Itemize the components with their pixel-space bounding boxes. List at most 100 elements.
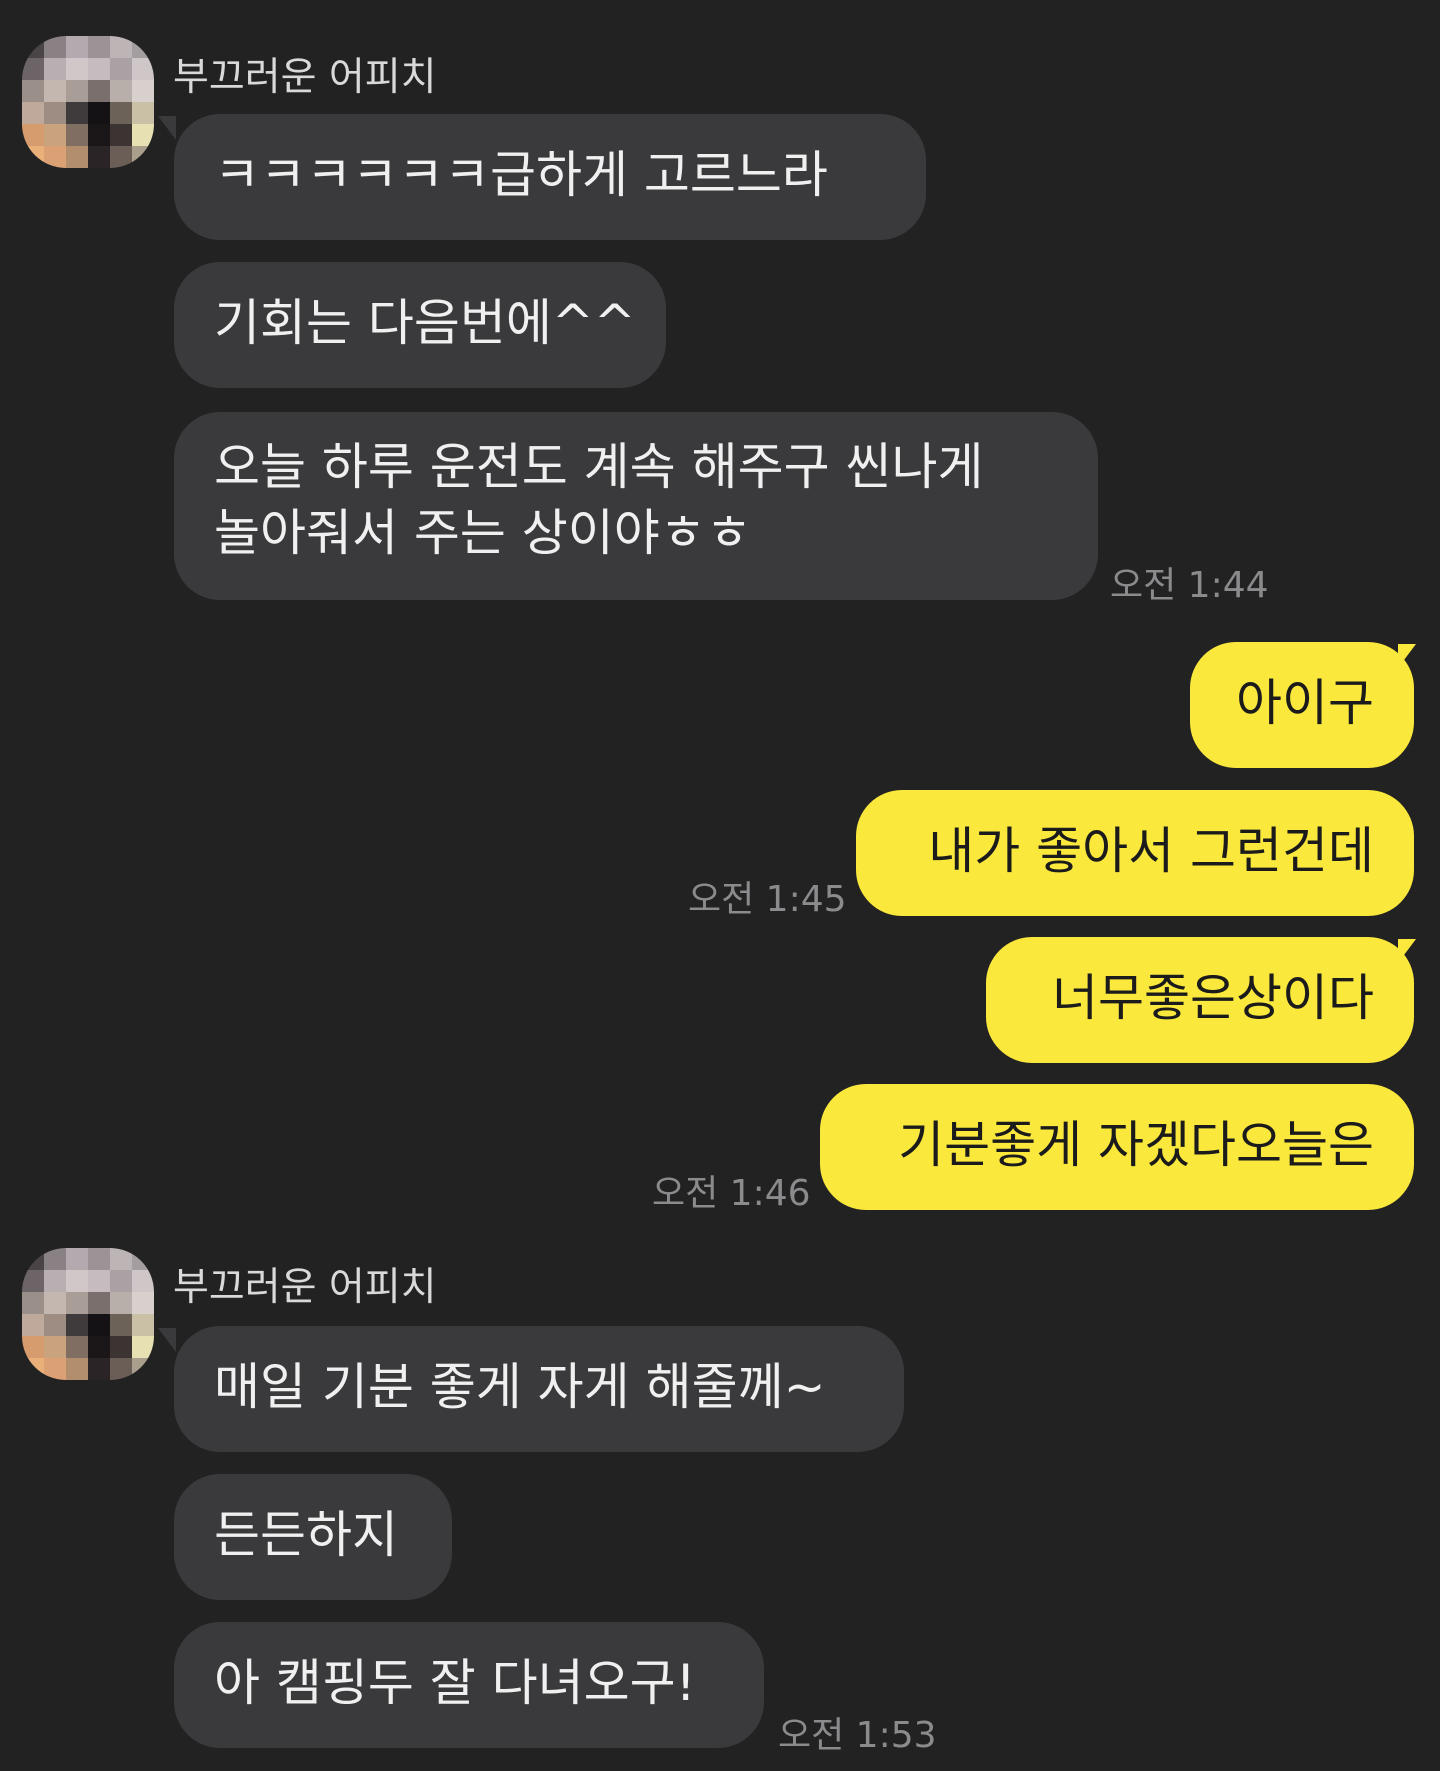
avatar-pixel <box>132 146 154 168</box>
message-bubble[interactable]: 기회는 다음번에^^ <box>174 262 666 388</box>
sender-name: 부끄러운 어피치 <box>173 55 437 100</box>
avatar-pixel <box>66 1358 88 1380</box>
avatar-pixel <box>88 124 110 146</box>
avatar-pixel <box>22 36 44 58</box>
avatar-pixel <box>88 1270 110 1292</box>
avatar-pixel <box>132 1358 154 1380</box>
avatar-pixel <box>88 102 110 124</box>
avatar-pixel <box>132 1314 154 1336</box>
message-text: ㅋㅋㅋㅋㅋㅋ급하게 고르느라 <box>214 146 828 204</box>
avatar-pixel <box>110 1270 132 1292</box>
message-bubble[interactable]: 오늘 하루 운전도 계속 해주구 씬나게 놀아줘서 주는 상이야ㅎㅎ <box>174 412 1098 600</box>
avatar-pixel <box>66 1270 88 1292</box>
avatar-pixel <box>110 102 132 124</box>
avatar-pixel <box>132 1248 154 1270</box>
avatar-pixel <box>22 146 44 168</box>
avatar-pixel <box>88 58 110 80</box>
message-timestamp: 오전 1:46 <box>652 1173 811 1214</box>
avatar-pixel <box>44 1336 66 1358</box>
avatar-pixel <box>22 1248 44 1270</box>
message-text: 기회는 다음번에^^ <box>214 294 636 352</box>
avatar-pixel <box>22 1270 44 1292</box>
avatar-pixel <box>22 1314 44 1336</box>
avatar-pixel <box>88 1358 110 1380</box>
sender-avatar[interactable] <box>22 36 154 168</box>
avatar-pixel <box>22 102 44 124</box>
avatar-pixel <box>66 146 88 168</box>
avatar-pixel <box>110 146 132 168</box>
bubble-tail <box>158 116 176 140</box>
avatar-pixel <box>110 1314 132 1336</box>
avatar-pixel <box>22 1292 44 1314</box>
avatar-pixel <box>44 124 66 146</box>
message-bubble[interactable]: 든든하지 <box>174 1474 452 1600</box>
avatar-pixel <box>132 124 154 146</box>
message-bubble[interactable]: 아이구 <box>1190 642 1414 768</box>
avatar-pixel <box>44 58 66 80</box>
message-bubble[interactable]: ㅋㅋㅋㅋㅋㅋ급하게 고르느라 <box>174 114 926 240</box>
message-bubble[interactable]: 아 캠핑두 잘 다녀오구! <box>174 1622 764 1748</box>
avatar-pixel <box>132 102 154 124</box>
avatar-pixel <box>132 36 154 58</box>
message-text-line: 놀아줘서 주는 상이야ㅎㅎ <box>214 504 752 562</box>
message-text-line: 오늘 하루 운전도 계속 해주구 씬나게 <box>214 438 984 496</box>
avatar-pixel <box>110 1336 132 1358</box>
avatar-pixel <box>22 124 44 146</box>
avatar-pixel <box>66 80 88 102</box>
avatar-pixel <box>88 1336 110 1358</box>
message-text: 아 캠핑두 잘 다녀오구! <box>214 1654 696 1712</box>
avatar-pixel <box>110 124 132 146</box>
avatar-pixel <box>66 1336 88 1358</box>
avatar-pixel <box>44 1292 66 1314</box>
sender-name: 부끄러운 어피치 <box>173 1265 437 1310</box>
avatar-pixel <box>132 1270 154 1292</box>
message-bubble[interactable]: 매일 기분 좋게 자게 해줄께~ <box>174 1326 904 1452</box>
message-timestamp: 오전 1:44 <box>1110 565 1269 606</box>
avatar-pixel <box>88 1292 110 1314</box>
message-bubble[interactable]: 내가 좋아서 그런건데 <box>856 790 1414 916</box>
avatar-pixel <box>66 1314 88 1336</box>
avatar-pixel <box>110 1292 132 1314</box>
message-text: 내가 좋아서 그런건데 <box>928 822 1374 880</box>
avatar-pixel <box>44 1358 66 1380</box>
avatar-pixel <box>110 1248 132 1270</box>
avatar-pixel <box>44 1314 66 1336</box>
avatar-pixel <box>66 124 88 146</box>
avatar-pixel <box>66 102 88 124</box>
avatar-pixel <box>88 1314 110 1336</box>
message-text: 기분좋게 자겠다오늘은 <box>898 1116 1374 1174</box>
avatar-pixel <box>44 102 66 124</box>
avatar-pixel <box>88 36 110 58</box>
avatar-pixel <box>44 36 66 58</box>
avatar-pixel <box>44 146 66 168</box>
message-text: 아이구 <box>1236 674 1374 732</box>
avatar-pixel <box>110 1358 132 1380</box>
sender-avatar[interactable] <box>22 1248 154 1380</box>
avatar-pixel <box>44 1270 66 1292</box>
avatar-pixel <box>66 1292 88 1314</box>
avatar-pixel <box>22 1358 44 1380</box>
message-timestamp: 오전 1:45 <box>688 879 847 920</box>
avatar-pixel <box>132 1336 154 1358</box>
avatar-pixel <box>132 58 154 80</box>
avatar-pixel <box>44 1248 66 1270</box>
message-text: 너무좋은상이다 <box>1052 969 1374 1027</box>
avatar-pixel <box>22 1336 44 1358</box>
avatar-pixel <box>110 80 132 102</box>
avatar-pixel <box>66 58 88 80</box>
bubble-tail <box>158 1328 176 1352</box>
avatar-pixel <box>132 80 154 102</box>
avatar-pixel <box>22 80 44 102</box>
message-bubble[interactable]: 너무좋은상이다 <box>986 937 1414 1063</box>
avatar-pixel <box>66 1248 88 1270</box>
avatar-pixel <box>110 58 132 80</box>
avatar-pixel <box>44 80 66 102</box>
message-bubble[interactable]: 기분좋게 자겠다오늘은 <box>820 1084 1414 1210</box>
avatar-pixel <box>88 1248 110 1270</box>
message-timestamp: 오전 1:53 <box>778 1715 937 1756</box>
avatar-pixel <box>88 80 110 102</box>
message-text: 든든하지 <box>214 1506 398 1564</box>
avatar-pixel <box>22 58 44 80</box>
avatar-pixel <box>110 36 132 58</box>
message-text: 매일 기분 좋게 자게 해줄께~ <box>214 1358 826 1416</box>
